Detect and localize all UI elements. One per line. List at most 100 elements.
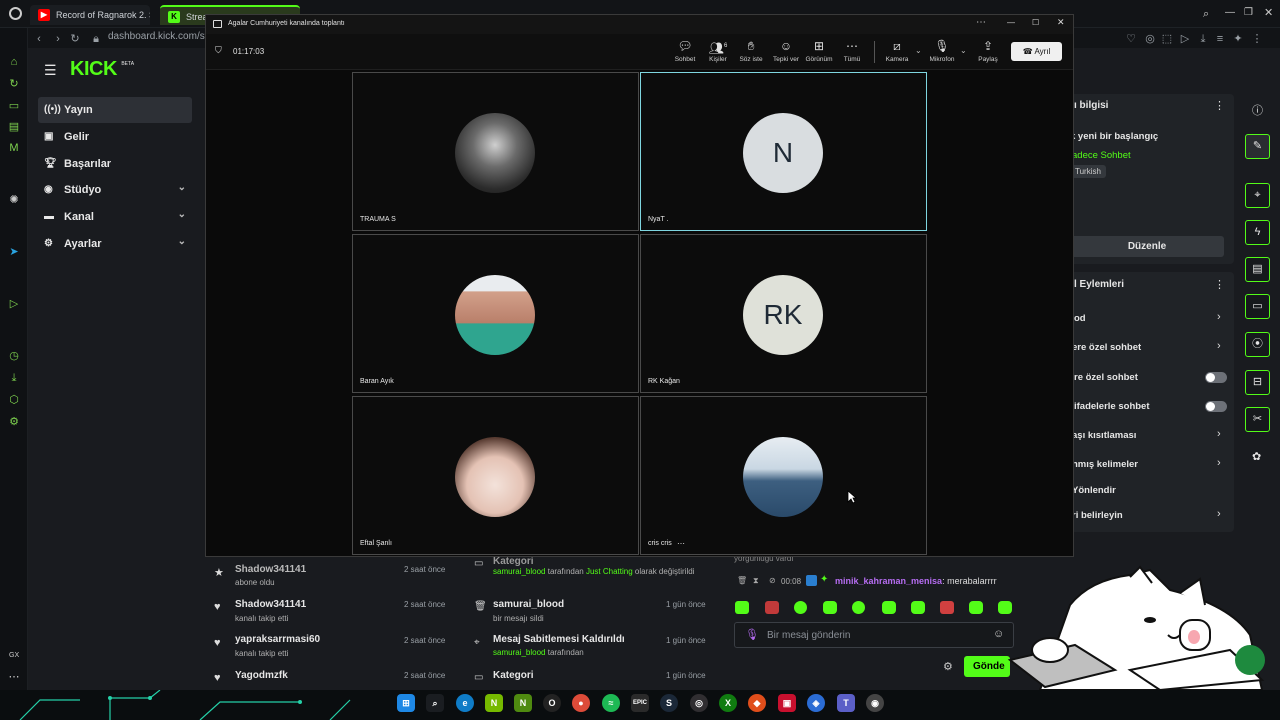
clock-icon[interactable]: ◷ bbox=[7, 349, 21, 363]
kebab-icon[interactable]: ⋮ bbox=[1214, 99, 1225, 112]
teams-icon[interactable]: T bbox=[837, 694, 855, 712]
chat-button[interactable]: 💬︎ Sohbet bbox=[668, 39, 702, 67]
event-title[interactable]: yapraksarrmasi60 bbox=[235, 634, 320, 645]
restore-icon[interactable]: ❐ bbox=[1244, 7, 1253, 18]
camera-icon[interactable]: ◎ bbox=[1143, 32, 1157, 46]
react-button[interactable]: ☺ Tepki ver bbox=[769, 39, 803, 67]
app-red-icon[interactable]: ▣ bbox=[778, 694, 796, 712]
search-taskbar-icon[interactable]: ⌕ bbox=[426, 694, 444, 712]
participant-tile[interactable]: cris cris ⋯ bbox=[640, 396, 927, 555]
bolt-button[interactable]: ϟ bbox=[1245, 220, 1270, 245]
edit-button[interactable]: Düzenle bbox=[1070, 236, 1224, 257]
chrome-icon[interactable]: ● bbox=[572, 694, 590, 712]
toggle-switch[interactable] bbox=[1205, 372, 1227, 383]
edge-icon[interactable]: e bbox=[456, 694, 474, 712]
mod-action-item[interactable]: aşı kısıtlaması bbox=[1072, 430, 1136, 441]
nav-item-gelir[interactable]: ▣ Gelir bbox=[38, 124, 192, 150]
more-button[interactable]: ⋯ Tümü bbox=[835, 39, 869, 67]
opera-icon[interactable]: O bbox=[543, 694, 561, 712]
chatgpt-icon[interactable]: ✺ bbox=[7, 193, 21, 207]
participant-tile[interactable]: N NyaT . bbox=[640, 72, 927, 231]
kick-logo[interactable]: KICK BETA bbox=[70, 58, 134, 81]
info-icon[interactable]: ⓘ bbox=[1252, 102, 1263, 118]
log-actor[interactable]: samurai_blood bbox=[493, 648, 545, 657]
event-title[interactable]: Shadow341141 bbox=[235, 599, 306, 610]
minimize-icon[interactable]: — bbox=[1007, 18, 1015, 27]
nvidia-icon[interactable]: N bbox=[485, 694, 503, 712]
layout-button[interactable]: ⊟ bbox=[1245, 370, 1270, 395]
obs-icon[interactable]: ◎ bbox=[690, 694, 708, 712]
participant-tile[interactable]: RK RK Kağan bbox=[640, 234, 927, 393]
mod-action-item[interactable]: Yönlendir bbox=[1072, 485, 1116, 496]
emote-4-icon[interactable] bbox=[823, 601, 837, 614]
chat-username[interactable]: minik_kahraman_menisa bbox=[835, 576, 942, 586]
mod-action-item[interactable]: ri belirleyin bbox=[1072, 510, 1123, 521]
chevron-down-icon[interactable]: ⌄ bbox=[915, 46, 922, 55]
broadcast-button[interactable]: ⦿ bbox=[1245, 332, 1270, 357]
chevron-right-icon[interactable]: › bbox=[1217, 457, 1221, 469]
pencil-button[interactable]: ✎ bbox=[1245, 134, 1270, 159]
app-gray-icon[interactable]: ◉ bbox=[866, 694, 884, 712]
nav-item-basarilar[interactable]: 🏆︎ Başarılar bbox=[38, 151, 192, 177]
bookmark-icon[interactable]: ♡ bbox=[1124, 32, 1138, 46]
steam-icon[interactable]: S bbox=[660, 694, 678, 712]
log-target[interactable]: Just Chatting bbox=[586, 567, 633, 576]
microphone-button[interactable]: 🎙︎ Mikrofon bbox=[925, 39, 959, 67]
back-icon[interactable]: ‹ bbox=[32, 32, 46, 46]
emote-3-icon[interactable] bbox=[794, 601, 807, 614]
more-rail-icon[interactable]: ⋯ bbox=[7, 670, 21, 684]
box-icon[interactable]: ⬡ bbox=[7, 393, 21, 407]
chevron-right-icon[interactable]: › bbox=[1217, 340, 1221, 352]
mod-action-item[interactable]: nmış kelimeler bbox=[1072, 459, 1138, 470]
leave-button[interactable]: ☎︎ Ayrıl bbox=[1011, 42, 1062, 61]
people-button[interactable]: 👥︎6 Kişiler bbox=[701, 39, 735, 67]
settings-icon[interactable]: ⚙ bbox=[7, 415, 21, 429]
play-icon[interactable]: ▷ bbox=[1178, 32, 1192, 46]
target-button[interactable]: ⌖ bbox=[1245, 183, 1270, 208]
refresh-icon[interactable]: ↻ bbox=[7, 77, 21, 91]
opera-logo-icon[interactable] bbox=[9, 7, 22, 20]
more-icon[interactable]: ⋮ bbox=[1250, 32, 1264, 46]
stream-category[interactable]: adece Sohbet bbox=[1072, 150, 1131, 161]
chat-settings-icon[interactable]: ⚙ bbox=[943, 660, 953, 673]
participant-tile[interactable]: TRAUMA S bbox=[352, 72, 639, 231]
telegram-icon[interactable]: ➤ bbox=[7, 245, 21, 259]
browser-tab-youtube[interactable]: ▶ Record of Ragnarok 2. Se bbox=[30, 5, 150, 25]
app-orange-icon[interactable]: ◆ bbox=[748, 694, 766, 712]
send-icon[interactable]: ▷ bbox=[7, 297, 21, 311]
minimize-icon[interactable]: — bbox=[1225, 7, 1235, 18]
mod-action-item[interactable]: ere özel sohbet bbox=[1072, 342, 1141, 353]
chevron-down-icon[interactable]: ⌄ bbox=[960, 46, 967, 55]
menu-icon[interactable]: ≡ bbox=[1213, 32, 1227, 46]
raise-hand-button[interactable]: ✋︎ Söz iste bbox=[734, 39, 768, 67]
chat-button[interactable]: ▭ bbox=[1245, 294, 1270, 319]
emote-5-icon[interactable] bbox=[852, 601, 865, 614]
emote-9-icon[interactable] bbox=[969, 601, 983, 614]
emote-2-icon[interactable] bbox=[765, 601, 779, 614]
chevron-right-icon[interactable]: › bbox=[1217, 508, 1221, 520]
nav-item-yayin[interactable]: ((•)) Yayın bbox=[38, 97, 192, 123]
share-button[interactable]: ⇪ Paylaş bbox=[971, 39, 1005, 67]
chevron-right-icon[interactable]: › bbox=[1217, 428, 1221, 440]
camera-button[interactable]: ⧄ Kamera bbox=[880, 39, 914, 67]
trash-icon[interactable]: 🗑︎ bbox=[737, 576, 747, 585]
maximize-icon[interactable]: ☐ bbox=[1032, 18, 1039, 27]
close-icon[interactable]: ✕ bbox=[1057, 17, 1065, 28]
log-actor[interactable]: samurai_blood bbox=[493, 567, 545, 576]
epic-icon[interactable]: EPIC bbox=[631, 694, 649, 712]
nav-item-ayarlar[interactable]: ⚙ Ayarlar ⌄ bbox=[38, 231, 192, 257]
chevron-right-icon[interactable]: › bbox=[1217, 311, 1221, 323]
nav-item-kanal[interactable]: ▬ Kanal ⌄ bbox=[38, 204, 192, 230]
puzzle-icon[interactable]: ✦ bbox=[1231, 32, 1245, 46]
m-icon[interactable]: M bbox=[7, 141, 21, 155]
more-options-icon[interactable]: ⋯ bbox=[976, 17, 986, 28]
extensions-icon[interactable]: ⬚ bbox=[1160, 32, 1174, 46]
nav-item-studyo[interactable]: ◉ Stüdyo ⌄ bbox=[38, 177, 192, 203]
view-button[interactable]: ⊞ Görünüm bbox=[802, 39, 836, 67]
close-icon[interactable]: ✕ bbox=[1264, 6, 1273, 19]
toggle-switch[interactable] bbox=[1205, 401, 1227, 412]
windows-start-icon[interactable]: ⊞ bbox=[397, 694, 415, 712]
document-button[interactable]: ▤ bbox=[1245, 257, 1270, 282]
emote-8-icon[interactable] bbox=[940, 601, 954, 614]
kebab-icon[interactable]: ⋮ bbox=[1214, 278, 1225, 291]
